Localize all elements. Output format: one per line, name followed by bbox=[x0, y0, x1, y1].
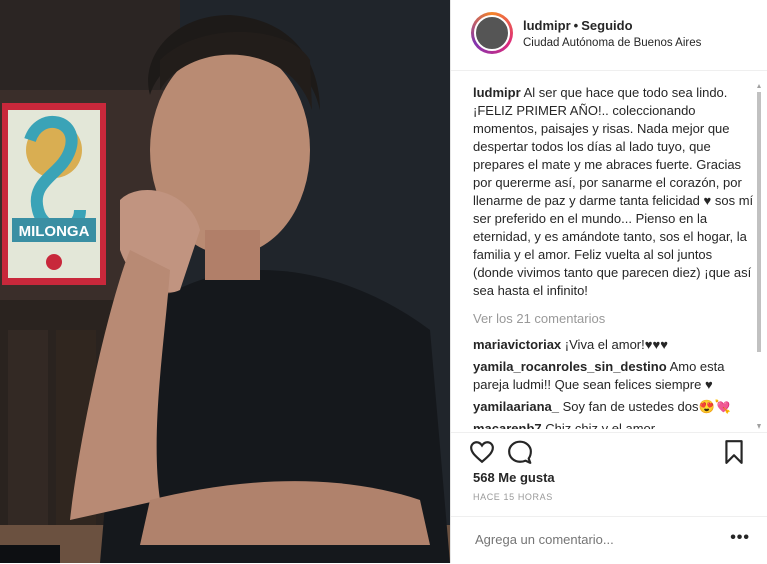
milonga-sign: MILONGA bbox=[2, 103, 106, 285]
header-username[interactable]: ludmipr bbox=[523, 18, 571, 33]
comment-text: ¡Viva el amor!♥♥♥ bbox=[564, 337, 668, 352]
comments-section[interactable]: ludmipr Al ser que hace que todo sea lin… bbox=[473, 84, 755, 429]
comment-username[interactable]: yamilaariana_ bbox=[473, 399, 559, 414]
comment-text: Soy fan de ustedes dos😍💘 bbox=[562, 399, 731, 414]
avatar-story-ring[interactable] bbox=[471, 12, 513, 54]
comment-username[interactable]: mariavictoriax bbox=[473, 337, 561, 352]
action-bar bbox=[451, 432, 767, 467]
scrollbar-graphic bbox=[757, 84, 761, 429]
caption-text: Al ser que hace que todo sea lindo. ¡FEL… bbox=[473, 85, 754, 298]
view-all-comments-link[interactable]: Ver los 21 comentarios bbox=[473, 310, 755, 328]
heart-icon[interactable] bbox=[469, 439, 495, 465]
comment-text: Chiz chiz y el amor bbox=[545, 421, 656, 429]
comment-icon[interactable] bbox=[507, 439, 533, 465]
avatar[interactable] bbox=[474, 15, 510, 51]
follow-status[interactable]: Seguido bbox=[581, 18, 632, 33]
likes-count[interactable]: 568 Me gusta bbox=[473, 470, 555, 485]
add-comment-bar: ••• bbox=[451, 516, 767, 564]
caption-username[interactable]: ludmipr bbox=[473, 85, 521, 100]
bookmark-icon[interactable] bbox=[721, 439, 747, 465]
comment-item: mariavictoriax ¡Viva el amor!♥♥♥ bbox=[473, 336, 755, 354]
comment-item: yamilaariana_ Soy fan de ustedes dos😍💘 bbox=[473, 398, 755, 416]
photo-illustration: MILONGA bbox=[0, 0, 450, 563]
location-link[interactable]: Ciudad Autónoma de Buenos Aires bbox=[523, 37, 701, 49]
caption: ludmipr Al ser que hace que todo sea lin… bbox=[473, 84, 755, 300]
more-icon[interactable]: ••• bbox=[730, 529, 750, 547]
add-comment-input[interactable] bbox=[473, 531, 717, 548]
sign-text: MILONGA bbox=[19, 223, 90, 240]
header-separator: • bbox=[573, 18, 579, 33]
post-header: ludmipr • Seguido Ciudad Autónoma de Bueno… bbox=[451, 0, 767, 71]
comment-username[interactable]: yamila_rocanroles_sin_destino bbox=[473, 359, 667, 374]
comment-username[interactable]: macarenb7 bbox=[473, 421, 542, 429]
comment-item: macarenb7 Chiz chiz y el amor bbox=[473, 420, 755, 429]
comments-scrollbar[interactable] bbox=[756, 84, 762, 429]
post-sidebar: ludmipr • Seguido Ciudad Autónoma de Bueno… bbox=[450, 0, 767, 563]
header-username-row: ludmipr • Seguido bbox=[523, 18, 633, 33]
comment-item: yamila_rocanroles_sin_destino Amo esta p… bbox=[473, 358, 755, 394]
post-photo[interactable]: MILONGA bbox=[0, 0, 450, 563]
post-timestamp[interactable]: HACE 15 HORAS bbox=[473, 492, 553, 502]
